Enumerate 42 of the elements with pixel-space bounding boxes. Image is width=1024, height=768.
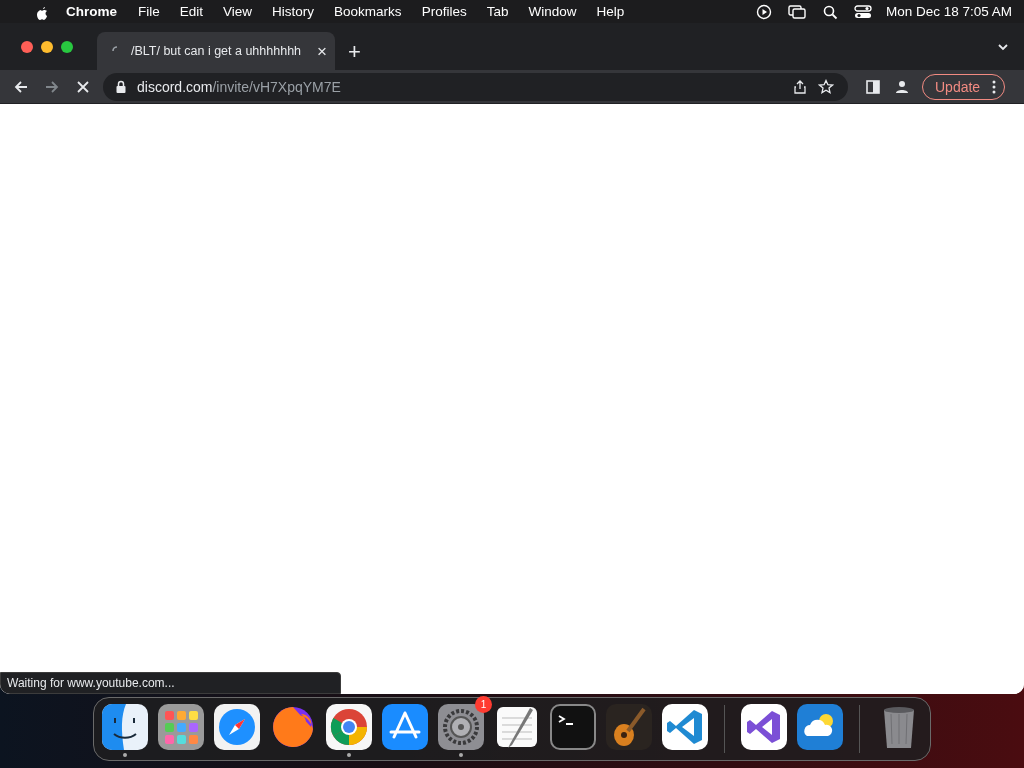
lock-icon: [115, 79, 127, 94]
toggles-icon[interactable]: [853, 3, 872, 20]
menu-item[interactable]: Bookmarks: [334, 4, 402, 19]
smiling-face-icon[interactable]: [102, 704, 148, 750]
browser-tab[interactable]: /BLT/ but can i get a uhhhhhhh ×: [97, 32, 335, 70]
compass-icon[interactable]: [214, 704, 260, 750]
menu-item[interactable]: Help: [596, 4, 625, 19]
app-grid-icon[interactable]: [158, 704, 204, 750]
paper-pen-icon[interactable]: [494, 704, 540, 750]
star-icon[interactable]: [818, 78, 834, 95]
side-panel-icon[interactable]: [865, 78, 881, 95]
tab-title: /BLT/ but can i get a uhhhhhhh: [131, 44, 303, 58]
play-icon[interactable]: [755, 3, 772, 20]
ribbon-icon[interactable]: [662, 704, 708, 750]
menu-item[interactable]: History: [272, 4, 315, 19]
menu-item[interactable]: File: [138, 4, 160, 19]
menu-item[interactable]: Tab: [486, 4, 509, 19]
app-menu[interactable]: Chrome: [66, 4, 117, 19]
menu-item[interactable]: Window: [528, 4, 577, 19]
close-window-button[interactable]: [21, 40, 33, 53]
prompt-window-icon[interactable]: [550, 704, 596, 750]
address-bar[interactable]: discord.com/invite/vH7XpqYM7E: [103, 72, 848, 101]
circle-logo-icon[interactable]: [326, 704, 372, 750]
search-icon[interactable]: [821, 3, 838, 20]
screens-icon[interactable]: [787, 3, 806, 20]
menu-item[interactable]: View: [223, 4, 253, 19]
menu-item[interactable]: Profiles: [421, 4, 467, 19]
new-tab-button[interactable]: +: [348, 41, 361, 63]
status-bubble: Waiting for www.youtube.com...: [0, 672, 341, 694]
minimize-button[interactable]: [41, 40, 53, 53]
share-icon[interactable]: [792, 78, 808, 95]
letter-a-tile-icon[interactable]: [382, 704, 428, 750]
clock[interactable]: Mon Dec 18 7:05 AM: [885, 4, 1012, 19]
cloud-sun-icon[interactable]: [797, 704, 843, 750]
profile-icon[interactable]: [894, 78, 910, 95]
notification-badge: 1: [475, 696, 492, 713]
zoom-button[interactable]: [61, 40, 73, 53]
guitar-icon[interactable]: [606, 704, 652, 750]
url-text: discord.com/invite/vH7XpqYM7E: [137, 78, 341, 95]
close-tab-button[interactable]: ×: [317, 42, 327, 60]
menu-item[interactable]: Edit: [179, 4, 204, 19]
more-icon[interactable]: [992, 79, 997, 94]
